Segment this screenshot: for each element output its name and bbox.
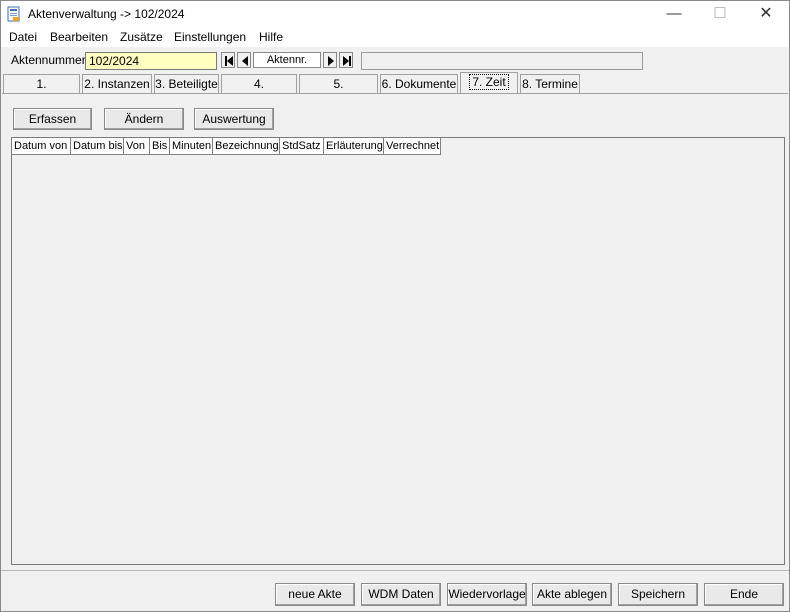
tab-label: 6. Dokumente [381, 77, 457, 91]
maximize-button[interactable]: ☐ [697, 1, 743, 27]
column-header-bis[interactable]: Bis [150, 138, 170, 155]
column-header-erlaeuterung[interactable]: Erläuterung [324, 138, 384, 155]
wiedervorlage-button[interactable]: Wiedervorlage [447, 583, 527, 606]
tab-bemerkung[interactable]: 4. Bemerkung [221, 74, 297, 110]
speichern-button[interactable]: Speichern [618, 583, 698, 606]
neue-akte-button[interactable]: neue Akte [275, 583, 355, 606]
aktennummer-label: Aktennummer : [11, 53, 93, 67]
column-header-datum-von[interactable]: Datum von [12, 138, 71, 155]
tab-bearbeitung[interactable]: 5. Bearbeitung [299, 74, 378, 110]
next-record-button[interactable] [323, 52, 337, 68]
minimize-button[interactable]: — [651, 1, 697, 27]
column-header-stdsatz[interactable]: StdSatz [280, 138, 324, 155]
erfassen-button[interactable]: Erfassen [13, 108, 92, 130]
footer-separator [1, 570, 789, 571]
nav-label: Aktennr. [253, 52, 321, 68]
close-button[interactable]: ✕ [743, 1, 789, 27]
last-record-button[interactable] [339, 52, 353, 68]
tab-label: 8. Termine [522, 77, 578, 91]
tab-label: 7. Zeit [469, 74, 509, 90]
prev-record-icon [242, 56, 248, 66]
column-header-bezeichnung[interactable]: Bezeichnung [213, 138, 280, 155]
window-title: Aktenverwaltung -> 102/2024 [28, 7, 185, 21]
tab-label: 2. Instanzen [84, 77, 150, 91]
menu-datei[interactable]: Datei [9, 30, 37, 44]
akte-ablegen-button[interactable]: Akte ablegen [532, 583, 612, 606]
aktennummer-input[interactable]: 102/2024 [85, 52, 217, 70]
tab-beteiligte[interactable]: 3. Beteiligte [154, 74, 219, 93]
status-field [361, 52, 643, 70]
first-record-icon [225, 56, 233, 66]
column-header-verrechnet[interactable]: Verrechnet [384, 138, 441, 155]
tab-instanzen[interactable]: 2. Instanzen [82, 74, 152, 93]
zeit-grid[interactable]: Datum von Datum bis Von Bis Minuten Beze… [11, 137, 785, 565]
last-record-icon [343, 56, 351, 66]
menu-bearbeiten[interactable]: Bearbeiten [50, 30, 108, 44]
app-icon [7, 6, 20, 22]
auswertung-button[interactable]: Auswertung [194, 108, 274, 130]
menu-einstellungen[interactable]: Einstellungen [174, 30, 246, 44]
menu-hilfe[interactable]: Hilfe [259, 30, 283, 44]
wdm-daten-button[interactable]: WDM Daten [361, 583, 441, 606]
title-bar[interactable]: Aktenverwaltung -> 102/2024 — ☐ ✕ [1, 1, 789, 27]
column-header-von[interactable]: Von [124, 138, 150, 155]
aendern-button[interactable]: Ändern [104, 108, 184, 130]
grid-header: Datum von Datum bis Von Bis Minuten Beze… [12, 138, 441, 155]
tab-aktenstamm[interactable]: 1. Aktenstamm [3, 74, 80, 110]
tab-label: 3. Beteiligte [155, 77, 218, 91]
first-record-button[interactable] [221, 52, 235, 68]
column-header-datum-bis[interactable]: Datum bis [71, 138, 124, 155]
next-record-icon [328, 56, 334, 66]
tab-termine[interactable]: 8. Termine [520, 74, 580, 93]
column-header-minuten[interactable]: Minuten [170, 138, 213, 155]
menu-zusaetze[interactable]: Zusätze [120, 30, 163, 44]
menu-bar: Datei Bearbeiten Zusätze Einstellungen H… [1, 27, 789, 47]
main-window: Aktenverwaltung -> 102/2024 — ☐ ✕ Datei … [0, 0, 790, 612]
tab-dokumente[interactable]: 6. Dokumente [380, 74, 458, 93]
prev-record-button[interactable] [237, 52, 251, 68]
tab-zeit[interactable]: 7. Zeit [460, 72, 518, 94]
ende-button[interactable]: Ende [704, 583, 784, 606]
